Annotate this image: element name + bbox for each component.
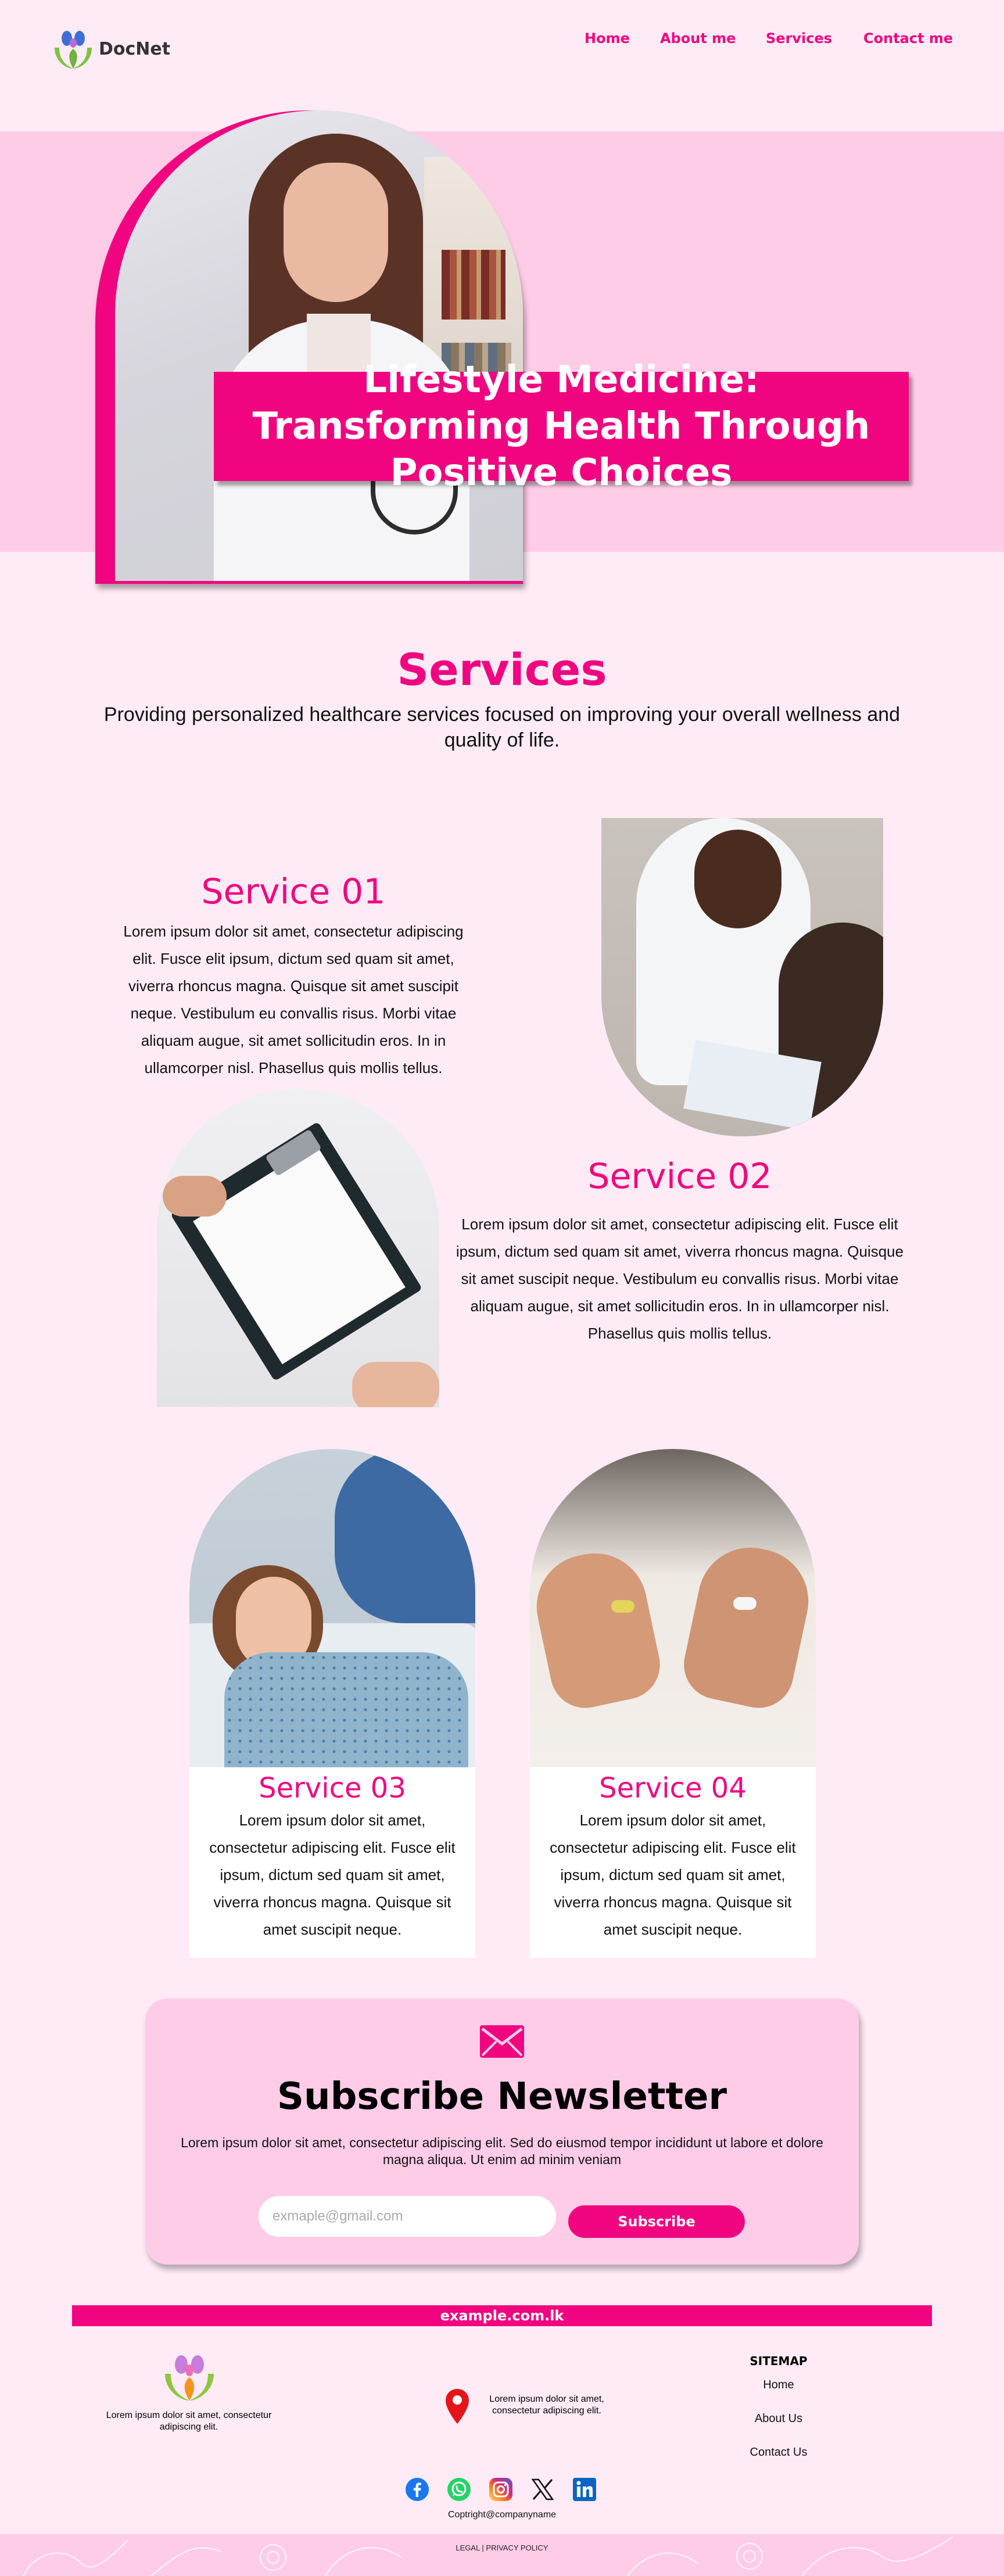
service-04-text: Lorem ipsum dolor sit amet, consectetur …	[550, 1811, 796, 1938]
instagram-icon[interactable]	[489, 2477, 513, 2502]
services-title: Services	[397, 644, 607, 695]
service-01-photo	[601, 818, 883, 1136]
hero-doctor-photo	[115, 110, 523, 581]
service-02-title: Service 02	[587, 1156, 772, 1197]
mail-icon	[480, 2025, 524, 2058]
subscribe-button[interactable]: Subscribe	[568, 2205, 745, 2238]
logo-icon	[55, 31, 92, 69]
facebook-icon[interactable]	[405, 2477, 429, 2502]
site-logo[interactable]: DocNet	[51, 26, 179, 72]
hero-title-box: Lifestyle Medicine: Transforming Health …	[214, 358, 909, 494]
sitemap-link-contact-us[interactable]: Contact Us	[720, 2446, 837, 2459]
service-03-text: Lorem ipsum dolor sit amet, consectetur …	[209, 1811, 456, 1938]
nav-about-me[interactable]: About me	[660, 30, 736, 46]
service-03-card[interactable]: Service 03 Lorem ipsum dolor sit amet, c…	[189, 1449, 475, 1958]
location-pin-icon	[446, 2389, 469, 2424]
service-01-title: Service 01	[201, 871, 386, 912]
service-03-photo	[189, 1449, 475, 1767]
newsletter-title: Subscribe Newsletter	[277, 2075, 727, 2118]
newsletter-section: Subscribe Newsletter Lorem ipsum dolor s…	[145, 1999, 859, 2265]
hero-title: Lifestyle Medicine: Transforming Health …	[252, 358, 870, 494]
service-04-card[interactable]: Service 04 Lorem ipsum dolor sit amet, c…	[530, 1449, 816, 1958]
sitemap-title: SITEMAP	[750, 2354, 808, 2368]
service-04-title: Service 04	[599, 1772, 747, 1804]
linkedin-icon[interactable]	[572, 2477, 597, 2502]
newsletter-text: Lorem ipsum dolor sit amet, consectetur …	[181, 2135, 823, 2167]
legal-privacy-links[interactable]: LEGAL | PRIVACY POLICY	[0, 2543, 1004, 2552]
service-01-text: Lorem ipsum dolor sit amet, consectetur …	[123, 923, 464, 1077]
service-02-text: Lorem ipsum dolor sit amet, consectetur …	[456, 1215, 904, 1342]
whatsapp-icon[interactable]	[447, 2477, 471, 2502]
x-icon[interactable]	[530, 2477, 555, 2502]
footer-domain-bar: example.com.lk	[72, 2305, 932, 2326]
service-04-photo	[530, 1449, 816, 1767]
services-subtitle: Providing personalized healthcare servic…	[103, 704, 901, 751]
copyright-text: Coptright@companyname	[447, 2510, 557, 2520]
footer-description: Lorem ipsum dolor sit amet, consectetur …	[106, 2410, 272, 2432]
newsletter-email-input[interactable]	[259, 2196, 556, 2237]
nav-contact-me[interactable]: Contact me	[863, 30, 953, 46]
footer-address: Lorem ipsum dolor sit amet, consectetur …	[489, 2394, 604, 2416]
service-03-title: Service 03	[259, 1772, 406, 1804]
logo-text: DocNet	[99, 38, 171, 59]
footer-pattern-band	[0, 2534, 1004, 2576]
footer-logo-icon[interactable]	[160, 2351, 218, 2403]
sitemap-link-home[interactable]: Home	[720, 2378, 837, 2392]
sitemap-link-about-us[interactable]: About Us	[720, 2412, 837, 2426]
nav-home[interactable]: Home	[585, 30, 630, 46]
nav-services[interactable]: Services	[766, 30, 832, 46]
service-02-photo	[157, 1089, 439, 1407]
